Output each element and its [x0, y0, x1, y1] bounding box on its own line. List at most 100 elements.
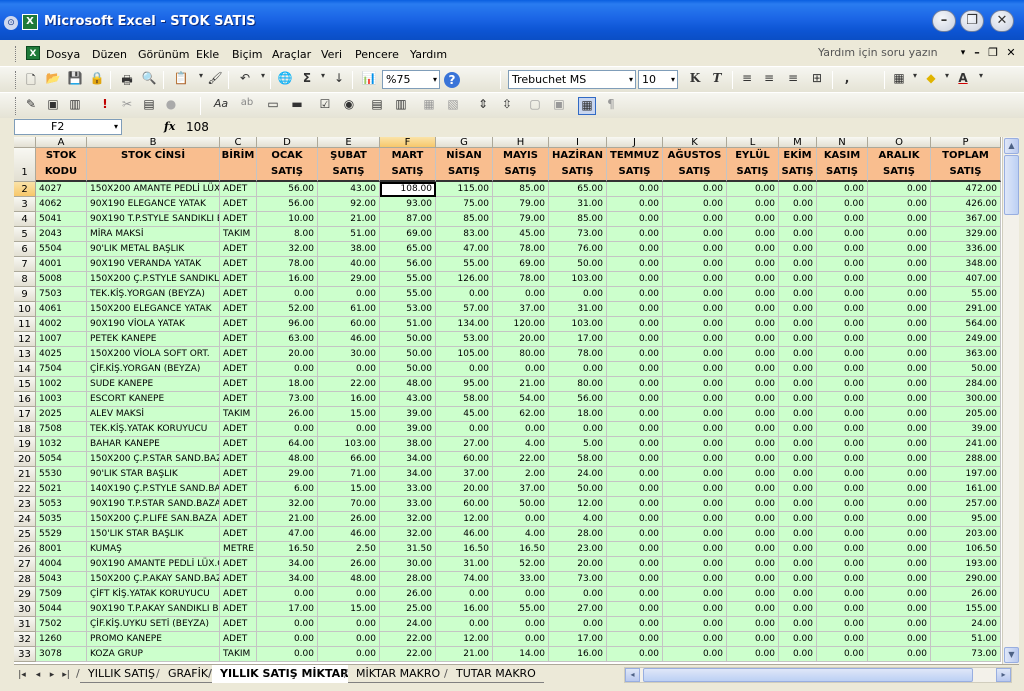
- table-cell[interactable]: 0.00: [868, 332, 931, 347]
- table-cell[interactable]: 34.00: [380, 467, 436, 482]
- column-header-n[interactable]: N: [817, 137, 868, 148]
- table-cell[interactable]: 0.00: [549, 287, 607, 302]
- table-cell[interactable]: 0.00: [779, 422, 817, 437]
- select-all-corner[interactable]: [14, 137, 36, 148]
- table-cell[interactable]: 0.00: [868, 422, 931, 437]
- table-cell[interactable]: 0.00: [727, 377, 779, 392]
- row-header-4[interactable]: 4: [14, 212, 36, 227]
- help-dropdown-icon[interactable]: ▾: [956, 46, 970, 60]
- table-cell[interactable]: 16.50: [257, 542, 318, 557]
- table-cell[interactable]: 32.00: [380, 527, 436, 542]
- table-cell[interactable]: 32.00: [257, 497, 318, 512]
- table-cell[interactable]: 65.00: [549, 182, 607, 197]
- table-cell[interactable]: 16.00: [318, 392, 380, 407]
- table-cell[interactable]: ADET: [220, 377, 257, 392]
- table-cell[interactable]: 39.00: [931, 422, 1001, 437]
- table-cell[interactable]: 4.00: [493, 527, 549, 542]
- table-cell[interactable]: ADET: [220, 557, 257, 572]
- scroll-down-icon[interactable]: ▼: [1004, 647, 1019, 663]
- button-shape-icon[interactable]: ▬: [288, 97, 306, 115]
- table-cell[interactable]: 0.00: [607, 422, 663, 437]
- table-cell[interactable]: 0.00: [607, 542, 663, 557]
- table-cell[interactable]: ADET: [220, 182, 257, 197]
- align-center-icon[interactable]: ≡: [760, 71, 778, 89]
- permission-icon[interactable]: 🔒: [88, 71, 106, 89]
- table-cell[interactable]: 15.00: [318, 602, 380, 617]
- row-header-25[interactable]: 25: [14, 527, 36, 542]
- table-cell[interactable]: 2043: [36, 227, 87, 242]
- table-cell[interactable]: 363.00: [931, 347, 1001, 362]
- table-cell[interactable]: 75.00: [436, 197, 493, 212]
- table-cell[interactable]: 0.00: [663, 587, 727, 602]
- table-cell[interactable]: 24.00: [931, 617, 1001, 632]
- table-cell[interactable]: 0.00: [607, 227, 663, 242]
- table-cell[interactable]: 0.00: [663, 512, 727, 527]
- table-cell[interactable]: 0.00: [868, 392, 931, 407]
- table-cell[interactable]: ADET: [220, 602, 257, 617]
- table-cell[interactable]: TAKIM: [220, 407, 257, 422]
- table-cell[interactable]: 0.00: [868, 617, 931, 632]
- table-cell[interactable]: 0.00: [868, 242, 931, 257]
- hyperlink-icon[interactable]: 🌐: [276, 71, 294, 89]
- table-cell[interactable]: 5053: [36, 497, 87, 512]
- table-cell[interactable]: 0.00: [868, 287, 931, 302]
- table-cell[interactable]: ADET: [220, 287, 257, 302]
- table-cell[interactable]: 4.00: [549, 512, 607, 527]
- table-cell[interactable]: 0.00: [868, 377, 931, 392]
- table-cell[interactable]: 2025: [36, 407, 87, 422]
- table-cell[interactable]: 0.00: [727, 437, 779, 452]
- table-cell[interactable]: 0.00: [727, 197, 779, 212]
- table-cell[interactable]: 150'LIK STAR BAŞLIK: [87, 527, 220, 542]
- table-cell[interactable]: 0.00: [817, 512, 868, 527]
- row-header-20[interactable]: 20: [14, 452, 36, 467]
- font-color-icon[interactable]: A: [954, 71, 972, 89]
- table-cell[interactable]: 0.00: [663, 272, 727, 287]
- table-cell[interactable]: 0.00: [779, 602, 817, 617]
- table-cell[interactable]: 48.00: [318, 572, 380, 587]
- table-cell[interactable]: 0.00: [868, 647, 931, 662]
- worksheet-grid[interactable]: A B C D E F G H I J K L M N O P 1 2 3 4 5 6 7 8 9 10 11 12 13 14 15 16 1…: [14, 137, 1002, 664]
- table-cell[interactable]: 0.00: [727, 302, 779, 317]
- combo-drop-icon[interactable]: ▧: [444, 97, 462, 115]
- table-cell[interactable]: 28.00: [380, 572, 436, 587]
- table-cell[interactable]: 50.00: [493, 497, 549, 512]
- toggle-grid-icon[interactable]: ▦: [578, 97, 596, 115]
- table-cell[interactable]: 0.00: [779, 482, 817, 497]
- header-cell[interactable]: AĞUSTOS SATIŞ: [663, 148, 727, 182]
- table-cell[interactable]: 85.00: [549, 212, 607, 227]
- table-cell[interactable]: 31.50: [380, 542, 436, 557]
- table-cell[interactable]: 16.00: [549, 647, 607, 662]
- table-cell[interactable]: 0.00: [817, 617, 868, 632]
- table-cell[interactable]: 241.00: [931, 437, 1001, 452]
- table-cell[interactable]: 0.00: [318, 647, 380, 662]
- table-cell[interactable]: 0.00: [817, 287, 868, 302]
- vertical-scrollbar[interactable]: ▲ ▼: [1002, 137, 1019, 664]
- table-cell[interactable]: ADET: [220, 632, 257, 647]
- table-cell[interactable]: 40.00: [318, 257, 380, 272]
- table-cell[interactable]: ADET: [220, 467, 257, 482]
- row-header-2[interactable]: 2: [14, 182, 36, 197]
- table-cell[interactable]: 5530: [36, 467, 87, 482]
- row-header-32[interactable]: 32: [14, 632, 36, 647]
- table-cell[interactable]: 0.00: [817, 332, 868, 347]
- vertical-scroll-thumb[interactable]: [1004, 155, 1019, 215]
- table-cell[interactable]: 291.00: [931, 302, 1001, 317]
- table-cell[interactable]: 0.00: [727, 362, 779, 377]
- comma-style-icon[interactable]: ,: [838, 71, 856, 89]
- table-cell[interactable]: 0.00: [607, 242, 663, 257]
- table-cell[interactable]: 7503: [36, 287, 87, 302]
- table-cell[interactable]: 51.00: [380, 317, 436, 332]
- new-icon[interactable]: 🗋: [22, 71, 40, 89]
- table-cell[interactable]: 4061: [36, 302, 87, 317]
- table-cell[interactable]: 0.00: [727, 422, 779, 437]
- column-header-o[interactable]: O: [868, 137, 931, 148]
- table-cell[interactable]: ADET: [220, 422, 257, 437]
- table-cell[interactable]: 257.00: [931, 497, 1001, 512]
- table-cell[interactable]: 0.00: [779, 617, 817, 632]
- table-cell[interactable]: 38.00: [318, 242, 380, 257]
- table-cell[interactable]: 55.00: [436, 257, 493, 272]
- table-cell[interactable]: 22.00: [493, 452, 549, 467]
- table-cell[interactable]: 0.00: [727, 542, 779, 557]
- table-cell[interactable]: 2.50: [318, 542, 380, 557]
- table-cell[interactable]: 90X190 AMANTE PEDLİ LÜX.O: [87, 557, 220, 572]
